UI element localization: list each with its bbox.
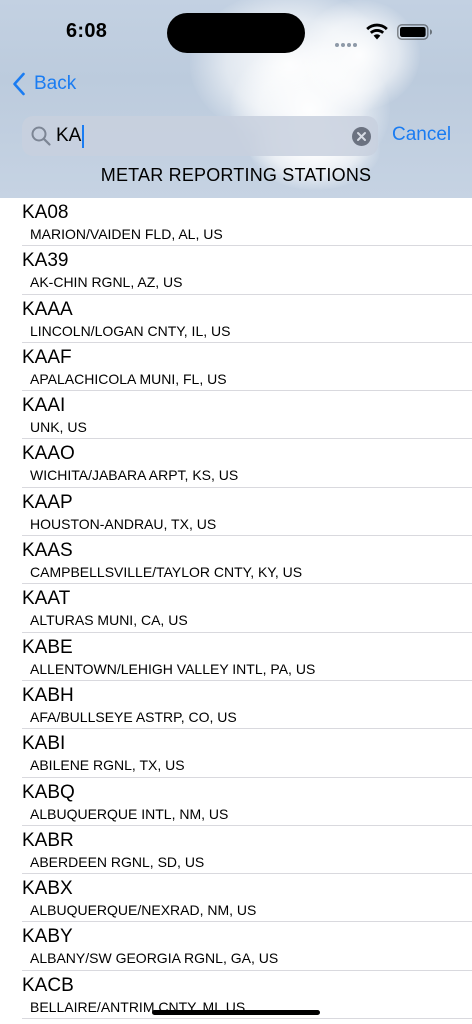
station-name: ALLENTOWN/LEHIGH VALLEY INTL, PA, US: [30, 660, 316, 677]
search-input[interactable]: [56, 116, 336, 156]
station-name: HOUSTON-ANDRAU, TX, US: [30, 515, 217, 532]
status-time: 6:08: [66, 20, 108, 42]
station-code: KABI: [22, 733, 66, 755]
station-list: KA08 MARION/VAIDEN FLD, AL, US KA39 AK-CHIN…: [0, 198, 472, 1024]
station-name: CAMPBELLSVILLE/TAYLOR CNTY, KY, US: [30, 564, 303, 581]
header: 6:08 Back KA Cancel METAR REPORTING STAT…: [0, 0, 472, 198]
station-code: KAAO: [22, 443, 75, 465]
station-row[interactable]: KA08 MARION/VAIDEN FLD, AL, US: [0, 198, 472, 247]
home-indicator[interactable]: [152, 1010, 320, 1015]
station-code: KAAF: [22, 346, 72, 368]
station-name: ALBUQUERQUE INTL, NM, US: [30, 805, 229, 822]
station-code: KA08: [22, 202, 69, 223]
station-name: AK-CHIN RGNL, AZ, US: [30, 274, 183, 291]
station-row[interactable]: KABH AFA/BULLSEYE ASTRP, CO, US: [0, 681, 472, 730]
chevron-left-icon: [13, 72, 25, 96]
station-row[interactable]: KAAS CAMPBELLSVILLE/TAYLOR CNTY, KY, US: [0, 536, 472, 585]
section-title: METAR REPORTING STATIONS: [100, 165, 372, 185]
station-name: ALBUQUERQUE/NEXRAD, NM, US: [30, 902, 257, 919]
station-name: LINCOLN/LOGAN CNTY, IL, US: [30, 322, 231, 339]
station-name: MARION/VAIDEN FLD, AL, US: [30, 226, 223, 242]
station-row[interactable]: KAAA LINCOLN/LOGAN CNTY, IL, US: [0, 295, 472, 344]
cancel-button[interactable]: Cancel: [392, 124, 451, 146]
station-code: KABE: [22, 636, 73, 658]
station-name: ALTURAS MUNI, CA, US: [30, 612, 188, 629]
station-name: UNK, US: [30, 419, 87, 436]
station-code: KABQ: [22, 781, 75, 803]
station-row[interactable]: KABX ALBUQUERQUE/NEXRAD, NM, US: [0, 874, 472, 923]
status-bar: 6:08: [0, 0, 472, 62]
station-row[interactable]: KAAT ALTURAS MUNI, CA, US: [0, 584, 472, 633]
text-cursor: [82, 125, 85, 148]
station-code: KABY: [22, 926, 73, 948]
station-code: KAAA: [22, 298, 73, 320]
clear-icon[interactable]: [352, 127, 371, 146]
station-row[interactable]: KABE ALLENTOWN/LEHIGH VALLEY INTL, PA, US: [0, 633, 472, 682]
dynamic-island: [167, 13, 305, 53]
search-field[interactable]: [22, 116, 378, 156]
station-code: KAAT: [22, 588, 71, 610]
station-row[interactable]: KABI ABILENE RGNL, TX, US: [0, 729, 472, 778]
station-row[interactable]: KA39 AK-CHIN RGNL, AZ, US: [0, 246, 472, 295]
screen: 6:08 Back KA Cancel METAR REPORTING STAT…: [0, 0, 472, 1024]
station-code: KABH: [22, 684, 74, 706]
station-name: APALACHICOLA MUNI, FL, US: [30, 370, 227, 387]
station-row[interactable]: KAAO WICHITA/JABARA ARPT, KS, US: [0, 439, 472, 489]
wifi-icon: [366, 23, 388, 40]
station-name: WICHITA/JABARA ARPT, KS, US: [30, 467, 239, 484]
station-row[interactable]: KAAP HOUSTON-ANDRAU, TX, US: [0, 488, 472, 537]
station-row[interactable]: KABR ABERDEEN RGNL, SD, US: [0, 826, 472, 875]
station-code: KAAI: [22, 395, 66, 417]
station-code: KAAS: [22, 540, 73, 562]
back-label: Back: [34, 73, 77, 94]
battery-icon: [397, 24, 432, 40]
station-name: ABERDEEN RGNL, SD, US: [30, 853, 205, 870]
station-name: AFA/BULLSEYE ASTRP, CO, US: [30, 708, 237, 725]
station-code: KACB: [22, 974, 74, 996]
cellular-signal-icon: [335, 34, 359, 47]
station-name: ALBANY/SW GEORGIA RGNL, GA, US: [30, 950, 279, 967]
search-icon: [31, 126, 51, 146]
station-row[interactable]: KABY ALBANY/SW GEORGIA RGNL, GA, US: [0, 922, 472, 972]
station-name: ABILENE RGNL, TX, US: [30, 757, 185, 774]
station-code: KAAP: [22, 491, 73, 513]
station-row[interactable]: KAAF APALACHICOLA MUNI, FL, US: [0, 343, 472, 392]
station-row[interactable]: KABQ ALBUQUERQUE INTL, NM, US: [0, 778, 472, 827]
station-row[interactable]: KAAI UNK, US: [0, 391, 472, 440]
back-button[interactable]: Back: [12, 70, 76, 98]
station-code: KABX: [22, 878, 73, 900]
station-code: KA39: [22, 250, 69, 272]
station-code: KABR: [22, 829, 74, 851]
